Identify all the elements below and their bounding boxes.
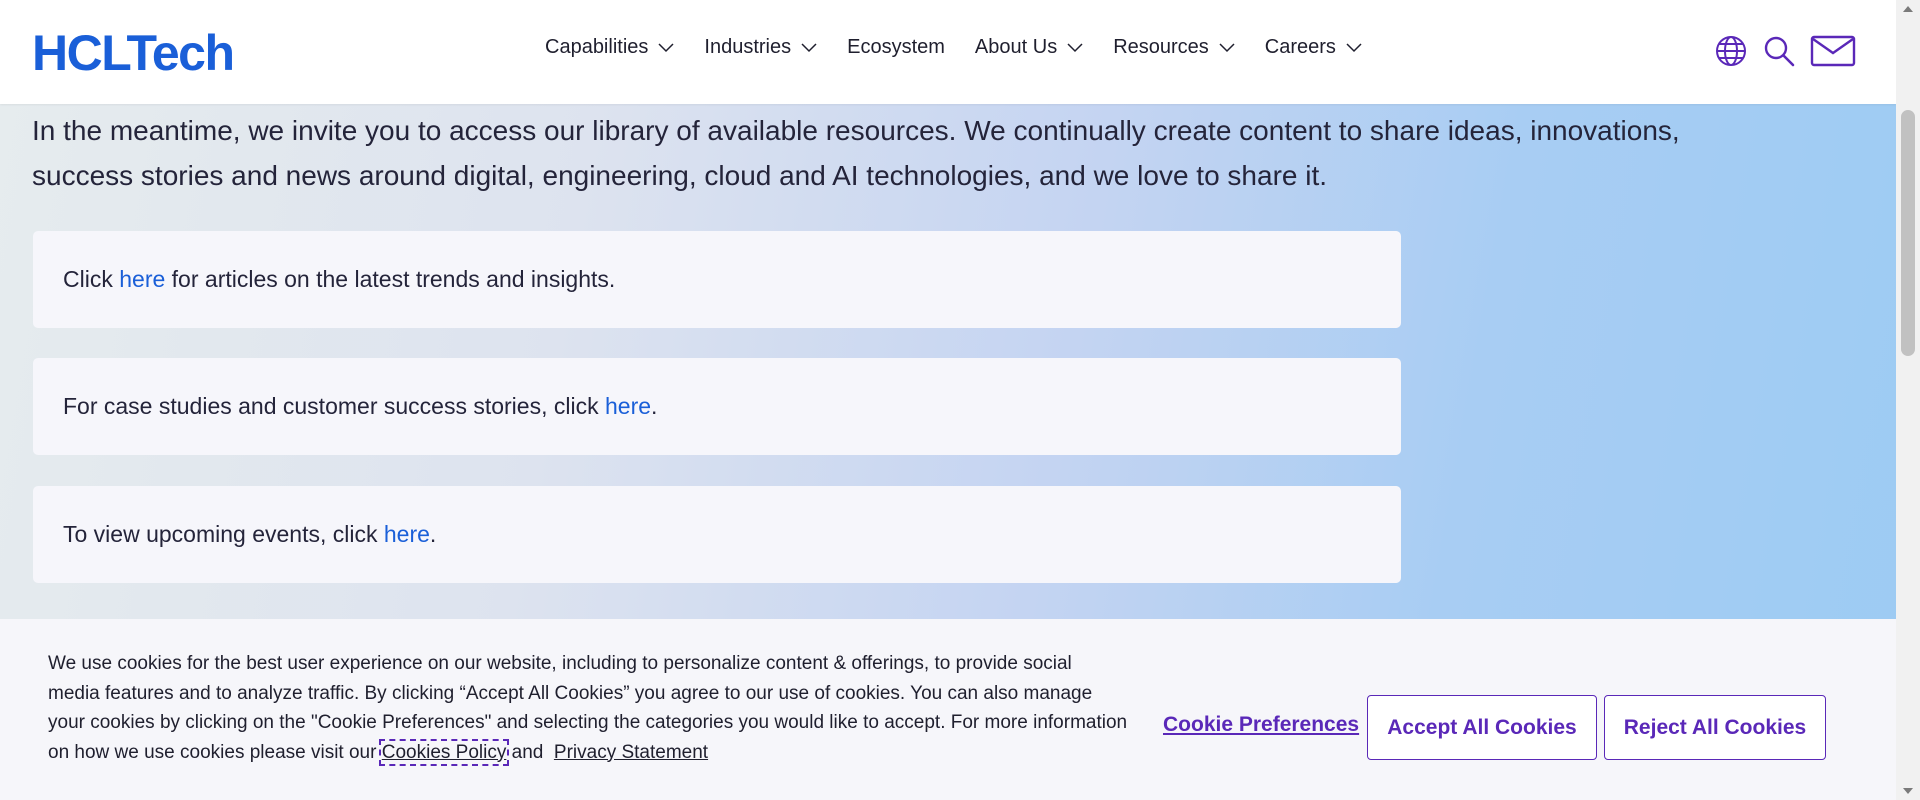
nav-label: Careers <box>1264 36 1336 58</box>
nav-careers[interactable]: Careers <box>1265 36 1362 59</box>
nav-label: Industries <box>704 36 792 58</box>
card-text-after: . <box>429 521 437 547</box>
nav-label: Resources <box>1113 36 1209 58</box>
main-nav: Capabilities Industries Ecosystem About … <box>545 36 1392 59</box>
nav-label: About Us <box>974 36 1058 58</box>
search-icon[interactable] <box>1762 34 1796 68</box>
resource-card-events: To view upcoming events, click here. <box>33 486 1401 583</box>
header-icons <box>1714 34 1856 68</box>
page-scrollbar[interactable] <box>1896 0 1920 800</box>
cookie-preferences-link[interactable]: Cookie Preferences <box>1163 713 1359 737</box>
card-text-before: To view upcoming events, click <box>63 521 384 547</box>
case-studies-here-link[interactable]: here <box>605 393 651 420</box>
reject-all-cookies-button[interactable]: Reject All Cookies <box>1604 695 1826 760</box>
card-text-before: Click <box>63 266 120 292</box>
privacy-statement-link[interactable]: Privacy Statement <box>554 742 708 763</box>
nav-ecosystem[interactable]: Ecosystem <box>847 36 945 59</box>
intro-paragraph: In the meantime, we invite you to access… <box>32 115 1680 191</box>
card-text-after: for articles on the latest trends and in… <box>165 266 616 292</box>
articles-here-link[interactable]: here <box>119 266 165 293</box>
scrollbar-thumb[interactable] <box>1901 110 1915 356</box>
nav-label: Capabilities <box>545 36 649 58</box>
cookie-and-text: and <box>511 741 544 763</box>
nav-label: Ecosystem <box>847 36 945 58</box>
card-text-after: . <box>651 393 658 419</box>
cookies-policy-link[interactable]: Cookies Policy <box>378 738 510 766</box>
card-text-before: For case studies and customer success st… <box>63 393 605 419</box>
chevron-down-icon <box>801 42 817 52</box>
globe-icon[interactable] <box>1714 34 1748 68</box>
mail-icon[interactable] <box>1810 34 1856 68</box>
chevron-down-icon <box>1346 42 1362 52</box>
accept-all-cookies-button[interactable]: Accept All Cookies <box>1367 695 1597 760</box>
nav-about-us[interactable]: About Us <box>975 36 1083 59</box>
cookie-message: We use cookies for the best user experie… <box>48 649 1128 767</box>
scroll-down-arrow-icon[interactable] <box>1903 788 1913 794</box>
resource-card-case-studies: For case studies and customer success st… <box>33 358 1401 455</box>
chevron-down-icon <box>1067 42 1083 52</box>
chevron-down-icon <box>658 42 674 52</box>
nav-industries[interactable]: Industries <box>704 36 817 59</box>
nav-resources[interactable]: Resources <box>1113 36 1235 59</box>
site-header: HCLTech Capabilities Industries Ecosyste… <box>0 0 1896 104</box>
nav-capabilities[interactable]: Capabilities <box>545 36 674 59</box>
events-here-link[interactable]: here <box>384 521 430 548</box>
chevron-down-icon <box>1219 42 1235 52</box>
hcltech-logo[interactable]: HCLTech <box>32 24 235 82</box>
resource-card-articles: Click here for articles on the latest tr… <box>33 231 1401 328</box>
cookie-banner: We use cookies for the best user experie… <box>0 619 1896 800</box>
scroll-up-arrow-icon[interactable] <box>1903 6 1913 12</box>
